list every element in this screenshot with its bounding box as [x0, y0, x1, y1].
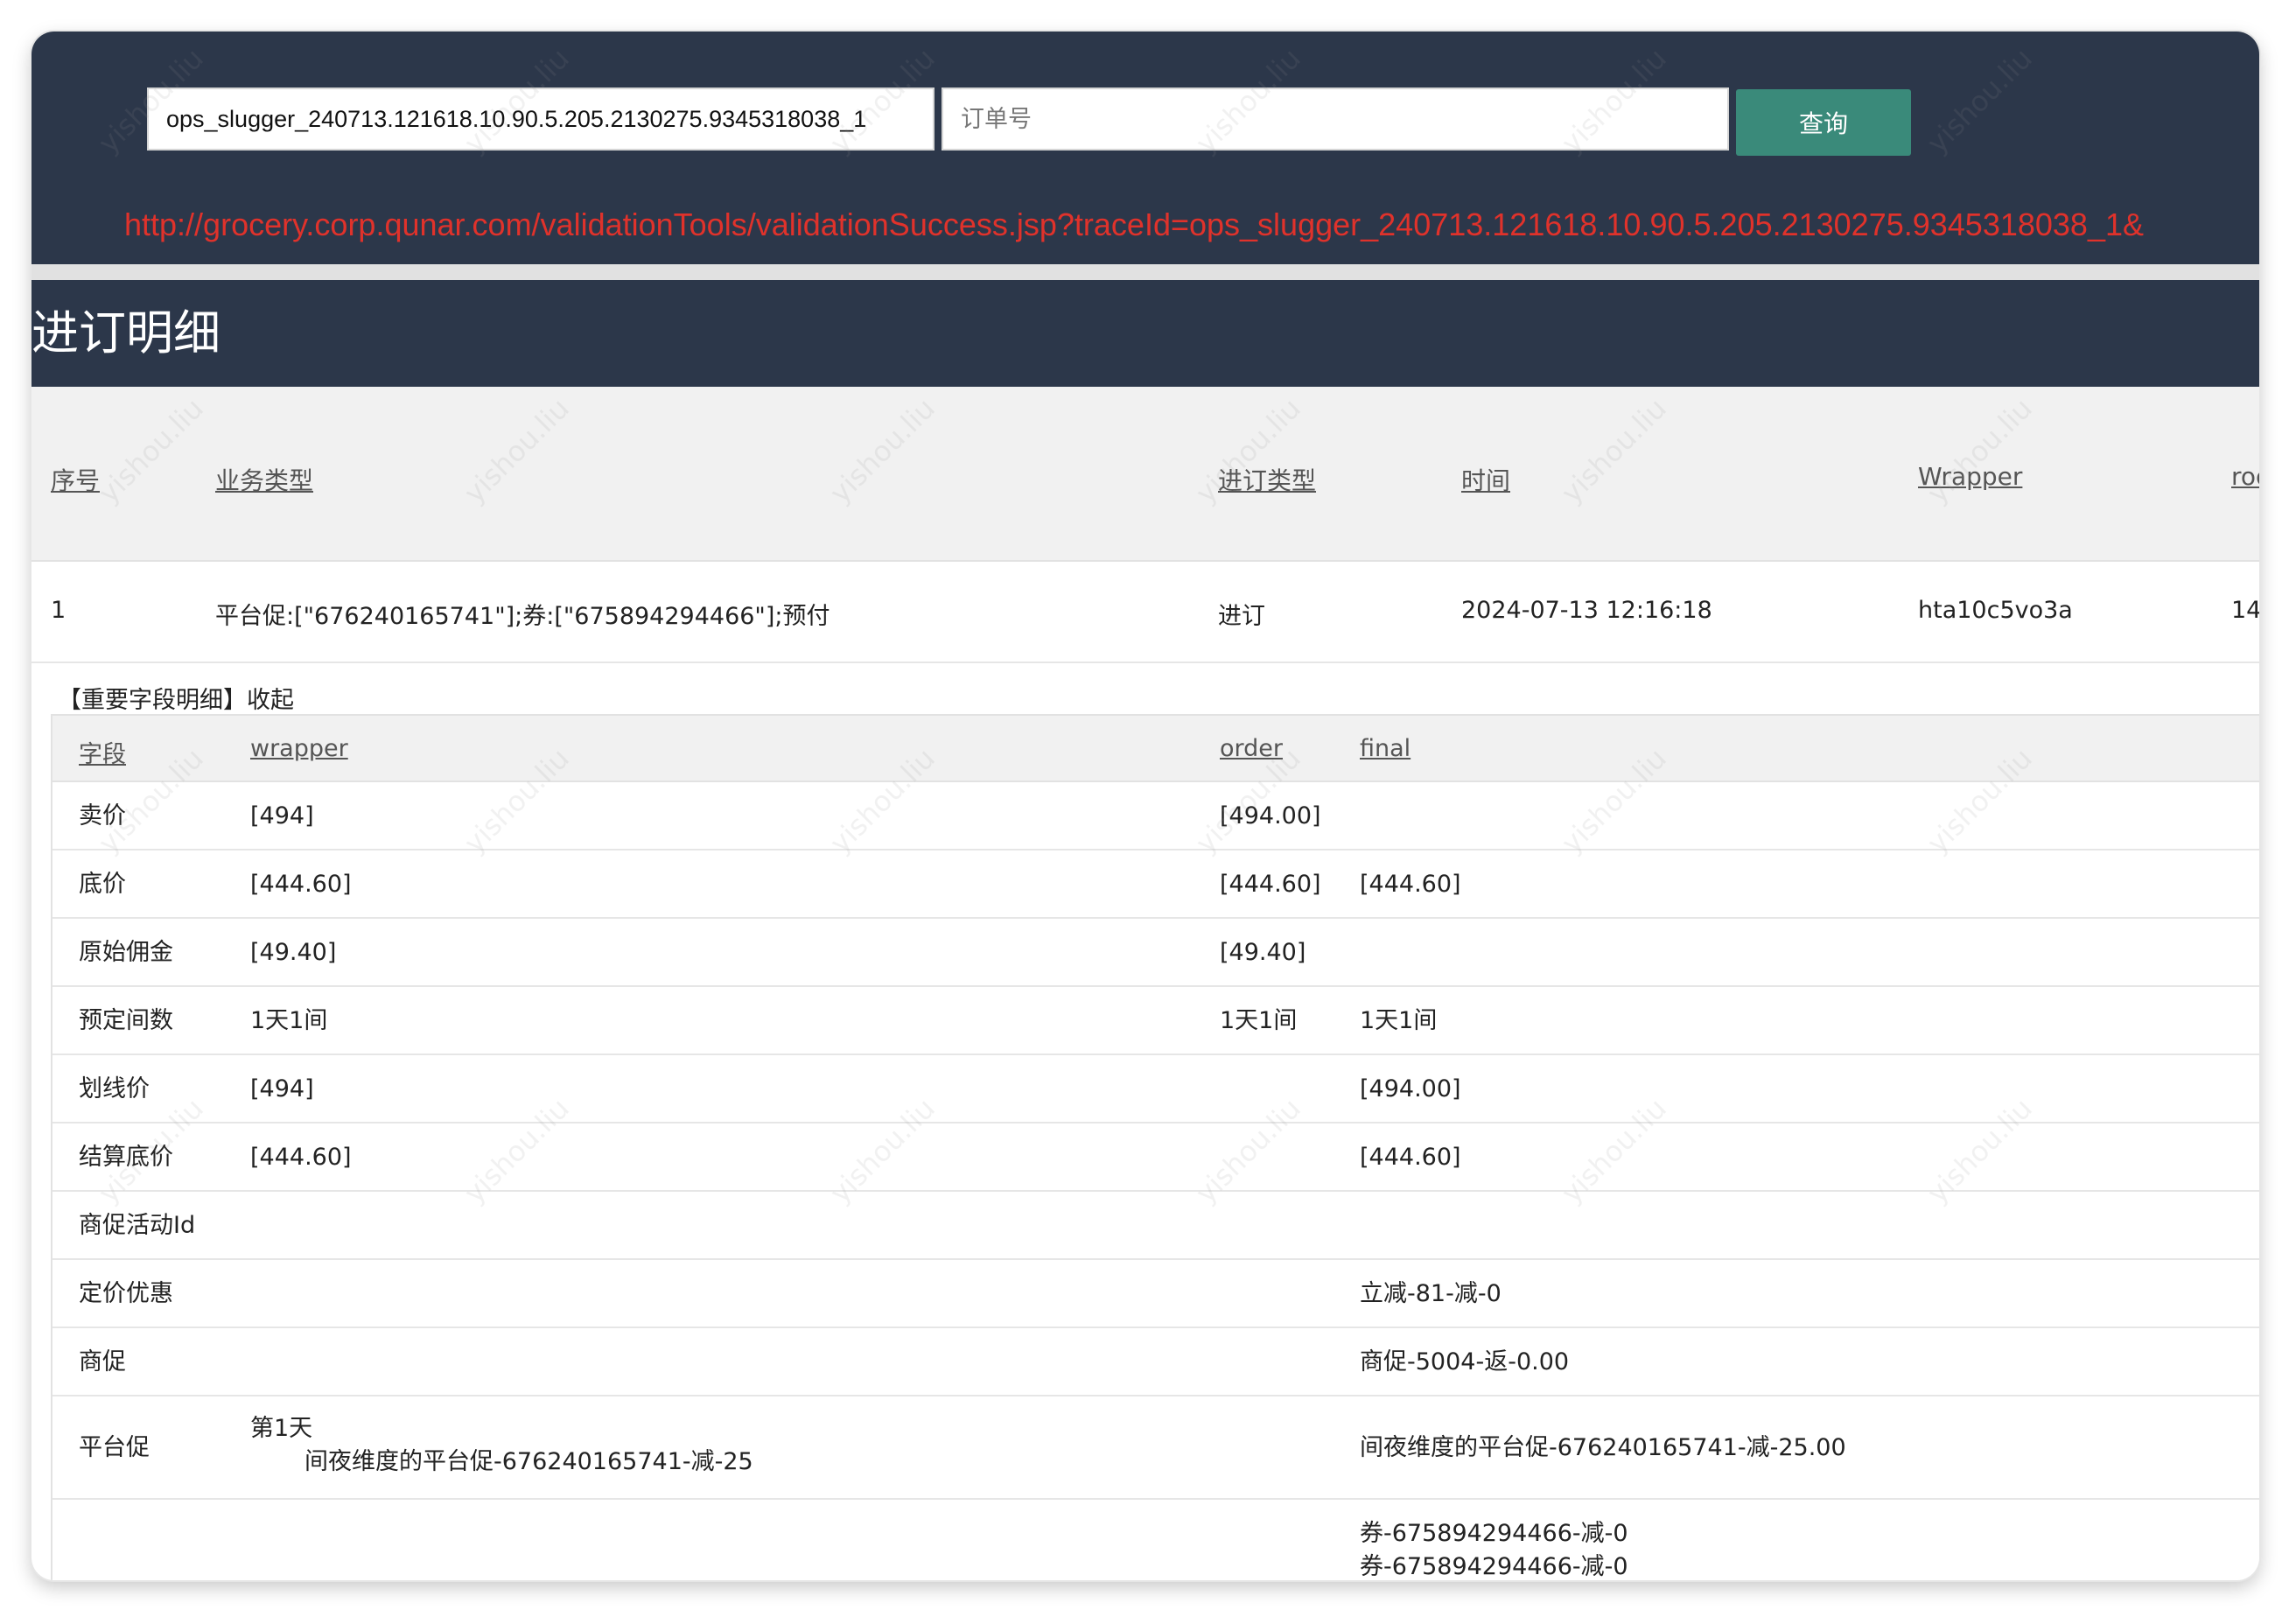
cell-field: 底价 [79, 871, 126, 898]
cell-wrapper: 第1天 间夜维度的平台促-676240165741-减-25 [250, 1412, 753, 1479]
detail-table-header: 字段 wrapper order final [52, 714, 2259, 782]
cell-wrapper-line: 间夜维度的平台促-676240165741-减-25 [304, 1448, 753, 1475]
cell-final: 商促-5004-返-0.00 [1360, 1348, 1570, 1376]
detail-row: 商促 商促-5004-返-0.00 [52, 1328, 2259, 1396]
detail-row: 券-675894294466-减-0 券-675894294466-减-0 [52, 1500, 2259, 1580]
cell-final: [444.60] [1360, 1144, 1461, 1171]
cell-final: 间夜维度的平台促-676240165741-减-25.00 [1360, 1434, 1846, 1461]
cell-wrapper-line: 第1天 [250, 1415, 313, 1442]
detail-col-final[interactable]: final [1360, 735, 1410, 762]
detail-row: 商促活动Id [52, 1192, 2259, 1260]
search-bar: 查询 http://grocery.corp.qunar.com/validat… [32, 32, 2259, 264]
cell-field: 商促 [79, 1348, 126, 1376]
cell-field: 定价优惠 [79, 1280, 173, 1307]
row-time: 2024-07-13 12:16:18 [1461, 597, 1712, 624]
detail-col-wrapper[interactable]: wrapper [250, 735, 348, 762]
cell-order: [444.60] [1220, 871, 1321, 898]
page-title: 进订明细 [32, 305, 220, 360]
col-header-business-type[interactable]: 业务类型 [215, 462, 313, 497]
trace-id-input[interactable] [147, 88, 934, 150]
detail-row: 底价 [444.60] [444.60] [444.60] [52, 850, 2259, 919]
cell-order: 1天1间 [1220, 1007, 1298, 1034]
cell-field: 原始佣金 [79, 939, 173, 966]
detail-row: 预定间数 1天1间 1天1间 1天1间 [52, 987, 2259, 1055]
cell-wrapper: [444.60] [250, 1144, 352, 1171]
row-wrapper: hta10c5vo3a [1918, 597, 2073, 624]
row-index: 1 [51, 597, 66, 624]
cell-final-line: 券-675894294466-减-0 [1360, 1553, 1628, 1580]
cell-final: 1天1间 [1360, 1007, 1438, 1034]
col-header-index[interactable]: 序号 [51, 462, 100, 497]
browser-window: 查询 http://grocery.corp.qunar.com/validat… [32, 32, 2259, 1580]
cell-final: 立减-81-减-0 [1360, 1280, 1502, 1307]
cell-wrapper: 1天1间 [250, 1007, 328, 1034]
row-order-type: 进订 [1218, 603, 1265, 630]
cell-wrapper: [49.40] [250, 939, 337, 966]
col-header-wrapper[interactable]: Wrapper [1918, 462, 2022, 491]
cell-final-line: 券-675894294466-减-0 [1360, 1520, 1628, 1547]
detail-row: 原始佣金 [49.40] [49.40] [52, 919, 2259, 987]
row-business-type: 平台促:["676240165741"];券:["675894294466"];… [215, 603, 830, 630]
cell-field: 商促活动Id [79, 1212, 196, 1239]
cell-final: 券-675894294466-减-0 券-675894294466-减-0 [1360, 1517, 1628, 1580]
detail-row: 平台促 第1天 间夜维度的平台促-676240165741-减-25 间夜维度的… [52, 1396, 2259, 1500]
detail-row: 结算底价 [444.60] [444.60] [52, 1124, 2259, 1192]
order-number-input[interactable] [942, 88, 1729, 150]
col-header-room[interactable]: roo [2231, 462, 2259, 491]
detail-collapse-toggle[interactable]: 【重要字段明细】收起 [58, 681, 294, 715]
result-link[interactable]: http://grocery.corp.qunar.com/validation… [124, 206, 2144, 243]
detail-row: 定价优惠 立减-81-减-0 [52, 1260, 2259, 1328]
detail-row: 卖价 [494] [494.00] [52, 782, 2259, 850]
row-room: 14 [2231, 597, 2259, 624]
cell-wrapper: [444.60] [250, 871, 352, 898]
detail-col-order[interactable]: order [1220, 735, 1283, 762]
cell-final: [444.60] [1360, 871, 1461, 898]
cell-field: 平台促 [79, 1434, 150, 1461]
detail-table: 字段 wrapper order final 卖价 [494] [494.00]… [51, 714, 2259, 1580]
cell-final: [494.00] [1360, 1075, 1461, 1102]
main-table-header: 序号 业务类型 进订类型 时间 Wrapper roo [32, 387, 2259, 562]
col-header-order-type[interactable]: 进订类型 [1218, 462, 1316, 497]
detail-row: 划线价 [494] [494.00] [52, 1055, 2259, 1124]
cell-order: [49.40] [1220, 939, 1306, 966]
cell-field: 预定间数 [79, 1007, 173, 1034]
divider [32, 264, 2259, 280]
cell-order: [494.00] [1220, 802, 1321, 830]
cell-field: 结算底价 [79, 1144, 173, 1171]
cell-wrapper: [494] [250, 802, 314, 830]
table-row[interactable]: 1 平台促:["676240165741"];券:["675894294466"… [32, 562, 2259, 663]
detail-col-field[interactable]: 字段 [79, 735, 126, 769]
cell-field: 卖价 [79, 802, 126, 830]
cell-field: 划线价 [79, 1075, 150, 1102]
col-header-time[interactable]: 时间 [1461, 462, 1510, 497]
section-header: 进订明细 [32, 280, 2259, 387]
cell-wrapper: [494] [250, 1075, 314, 1102]
query-button[interactable]: 查询 [1736, 89, 1911, 156]
